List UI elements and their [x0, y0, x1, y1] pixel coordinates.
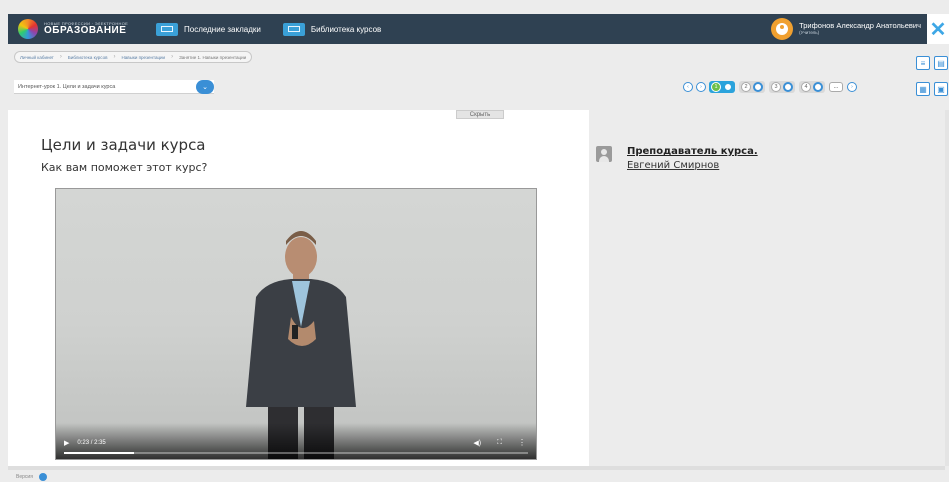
play-icon[interactable]: ▶	[64, 439, 69, 447]
step-navigation: ‹ › 1 2 3 4 ... ›	[683, 81, 860, 93]
breadcrumb-item-library[interactable]: Библиотека курсов	[68, 55, 108, 60]
step-group-3[interactable]: 3	[769, 81, 795, 93]
page-title: Цели и задачи курса	[41, 136, 206, 154]
step-group-2[interactable]: 2	[739, 81, 765, 93]
logo-icon	[18, 19, 38, 39]
notes-icon[interactable]: ≡	[916, 56, 930, 70]
breadcrumb-item-cabinet[interactable]: Личный кабинет	[20, 55, 54, 60]
top-bar: НОВЫЕ ПРОФЕССИИ · ЭЛЕКТРОННОЕ ОБРАЗОВАНИ…	[8, 14, 949, 44]
step-ring-icon	[753, 82, 763, 92]
more-options-icon[interactable]: ⋮	[518, 438, 526, 447]
lesson-select-value: Интернет-урок 1. Цели и задачи курса	[18, 83, 116, 90]
footer-label: Версия	[16, 474, 33, 480]
step-ring-icon	[813, 82, 823, 92]
breadcrumb: Личный кабинет › Библиотека курсов › Нав…	[14, 51, 253, 63]
horizontal-scrollbar[interactable]	[8, 466, 945, 470]
step-group-4[interactable]: 4	[799, 81, 825, 93]
info-icon[interactable]	[38, 473, 47, 481]
breadcrumb-item-course[interactable]: Навыки презентации	[122, 55, 166, 60]
user-role: (Учитель)	[799, 29, 820, 35]
video-progress-bar[interactable]	[64, 452, 528, 454]
user-icon	[776, 23, 789, 35]
side-panel: Преподаватель курса. Евгений Смирнов	[589, 110, 945, 466]
table-icon[interactable]: ▦	[916, 82, 930, 96]
bookmarks-icon	[156, 22, 178, 36]
avatar	[771, 18, 794, 40]
nav-course-library-label: Библиотека курсов	[310, 24, 382, 34]
footer: Версия	[0, 472, 949, 482]
volume-icon[interactable]: ◀)	[473, 439, 481, 447]
video-player[interactable]: ▶ 0:23 / 2:35 ◀) ⛶ ⋮	[55, 188, 537, 460]
chevron-right-icon: ›	[113, 54, 116, 60]
chevron-right-icon: ›	[171, 54, 174, 60]
step-group-1[interactable]: 1	[709, 81, 735, 93]
top-nav: Последние закладки Библиотека курсов	[156, 22, 403, 36]
video-controls: ▶ 0:23 / 2:35 ◀) ⛶ ⋮	[56, 423, 536, 459]
lesson-content: Цели и задачи курса Как вам поможет этот…	[8, 110, 589, 466]
library-icon	[282, 22, 305, 36]
step-ring-icon	[723, 82, 733, 92]
hide-button[interactable]: Скрыть	[456, 110, 504, 119]
next-step-icon[interactable]: ›	[696, 82, 706, 92]
vertical-scrollbar[interactable]	[945, 110, 949, 466]
teacher-icon	[596, 146, 612, 162]
nav-recent-bookmarks-label: Последние закладки	[184, 24, 261, 34]
video-time: 0:23 / 2:35	[77, 439, 106, 446]
nav-recent-bookmarks[interactable]: Последние закладки	[156, 22, 261, 36]
more-steps-button[interactable]: ...	[829, 82, 843, 92]
step-number: 1	[711, 82, 721, 92]
site-logo[interactable]: НОВЫЕ ПРОФЕССИИ · ЭЛЕКТРОННОЕ ОБРАЗОВАНИ…	[18, 19, 138, 39]
step-number: 2	[741, 82, 751, 92]
teacher-label-link[interactable]: Преподаватель курса.	[627, 146, 758, 157]
page-subtitle: Как вам поможет этот курс?	[41, 161, 208, 174]
fullscreen-icon[interactable]: ⛶	[497, 439, 502, 447]
user-menu[interactable]: Трифонов Александр Анатольевич (Учитель)	[771, 18, 921, 40]
step-number: 4	[801, 82, 811, 92]
step-ring-icon	[783, 82, 793, 92]
video-progress-fill	[64, 452, 134, 454]
chevron-right-icon: ›	[59, 54, 62, 60]
last-step-icon[interactable]: ›	[847, 82, 857, 92]
step-number: 3	[771, 82, 781, 92]
teacher-name-link[interactable]: Евгений Смирнов	[627, 160, 719, 171]
lesson-select[interactable]: Интернет-урок 1. Цели и задачи курса ⌄	[14, 80, 214, 94]
chevron-down-icon[interactable]: ⌄	[196, 80, 214, 94]
close-button[interactable]: ✕	[927, 14, 949, 44]
prev-step-icon[interactable]: ‹	[683, 82, 693, 92]
nav-course-library[interactable]: Библиотека курсов	[282, 22, 382, 36]
chat-icon[interactable]: ▣	[934, 82, 948, 96]
print-icon[interactable]: ▤	[934, 56, 948, 70]
breadcrumb-item-lesson: Занятие 1. Навыки презентации	[179, 54, 247, 60]
logo-text: ОБРАЗОВАНИЕ	[44, 25, 127, 36]
